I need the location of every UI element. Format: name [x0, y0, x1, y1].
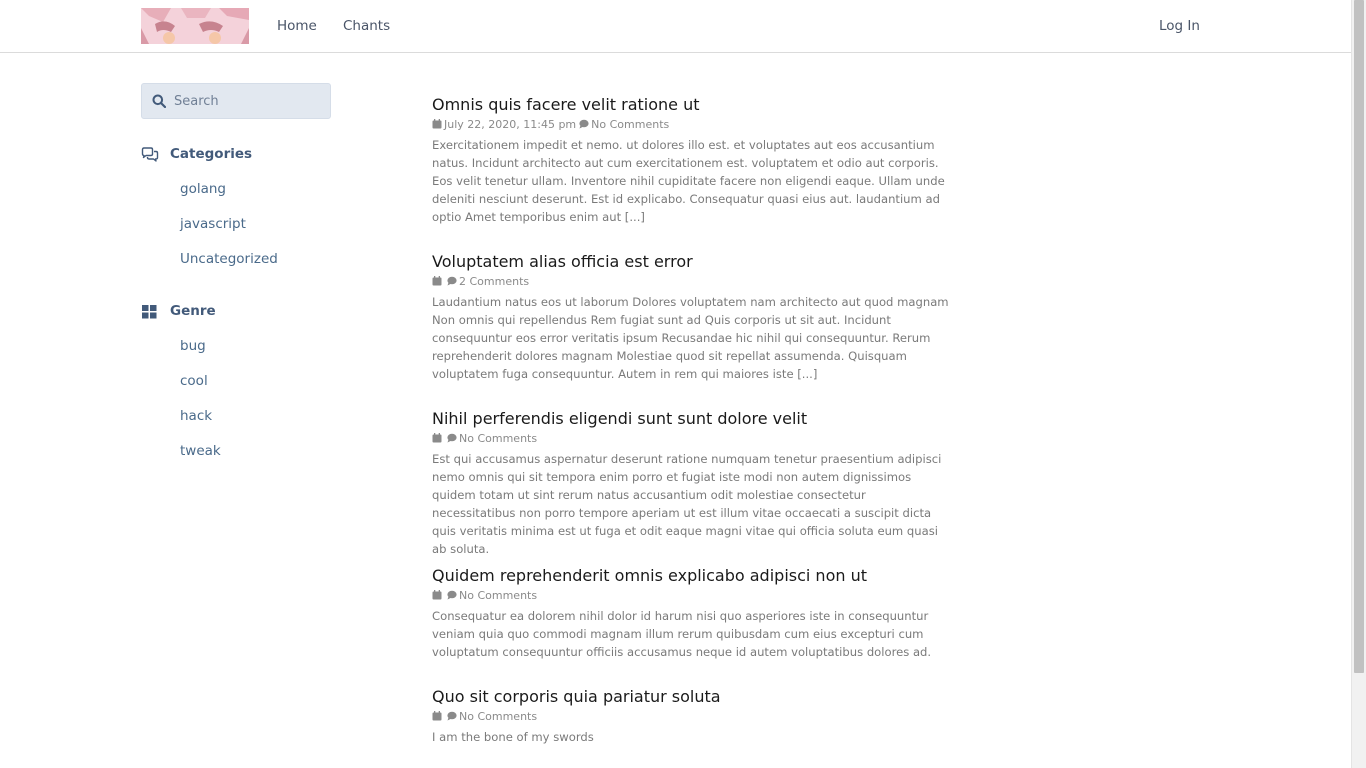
calendar-icon: [432, 276, 442, 286]
genre-heading-label: Genre: [170, 303, 216, 319]
post-item: Quo sit corporis quia pariatur soluta No…: [432, 687, 952, 746]
login-link[interactable]: Log In: [1159, 17, 1200, 35]
comment-icon: [579, 119, 589, 129]
search-input[interactable]: [174, 84, 324, 118]
nav-link-home[interactable]: Home: [277, 17, 317, 35]
search-box[interactable]: [141, 83, 331, 119]
calendar-icon: [432, 119, 442, 129]
genre-link-bug[interactable]: bug: [180, 337, 206, 355]
logo-artwork: [141, 8, 249, 44]
post-excerpt: Exercitationem impedit et nemo. ut dolor…: [432, 138, 945, 224]
post-comments-link[interactable]: No Comments: [591, 118, 669, 131]
post-item: Nihil perferendis eligendi sunt sunt dol…: [432, 409, 952, 558]
post-excerpt: I am the bone of my swords: [432, 730, 594, 744]
calendar-icon: [432, 590, 442, 600]
post-comments-link[interactable]: No Comments: [459, 589, 537, 602]
categories-heading: Categories: [141, 145, 252, 165]
post-item: Voluptatem alias officia est error 2 Com…: [432, 252, 952, 383]
post-title-link[interactable]: Quo sit corporis quia pariatur soluta: [432, 687, 952, 707]
post-item: Omnis quis facere velit ratione ut July …: [432, 95, 952, 226]
site-logo[interactable]: [141, 8, 249, 44]
category-link-javascript[interactable]: javascript: [180, 215, 246, 233]
post-meta: July 22, 2020, 11:45 pm No Comments: [432, 116, 952, 132]
genre-link-hack[interactable]: hack: [180, 407, 212, 425]
genre-link-cool[interactable]: cool: [180, 372, 208, 390]
categories-heading-label: Categories: [170, 146, 253, 162]
comment-icon: [447, 433, 457, 443]
category-link-uncategorized[interactable]: Uncategorized: [180, 250, 278, 268]
top-navbar: Home Chants Log In: [0, 0, 1351, 53]
post-excerpt: Est qui accusamus aspernatur deserunt ra…: [432, 452, 942, 556]
genre-link-tweak[interactable]: tweak: [180, 442, 221, 460]
calendar-icon: [432, 711, 442, 721]
category-link-golang[interactable]: golang: [180, 180, 226, 198]
post-meta: No Comments: [432, 587, 952, 603]
comments-icon: [141, 147, 159, 162]
post-item: Quidem reprehenderit omnis explicabo adi…: [432, 566, 952, 661]
post-meta: No Comments: [432, 708, 952, 724]
search-icon: [152, 94, 166, 108]
post-title-link[interactable]: Voluptatem alias officia est error: [432, 252, 952, 272]
genre-heading: Genre: [141, 302, 216, 322]
post-title-link[interactable]: Quidem reprehenderit omnis explicabo adi…: [432, 566, 952, 586]
post-comments-link[interactable]: No Comments: [459, 710, 537, 723]
post-meta: 2 Comments: [432, 273, 952, 289]
grid-icon: [142, 305, 157, 319]
calendar-icon: [432, 433, 442, 443]
post-excerpt: Consequatur ea dolorem nihil dolor id ha…: [432, 609, 932, 659]
comment-icon: [447, 711, 457, 721]
comment-icon: [447, 276, 457, 286]
nav-link-chants[interactable]: Chants: [343, 17, 390, 35]
post-comments-link[interactable]: No Comments: [459, 432, 537, 445]
post-date: July 22, 2020, 11:45 pm: [444, 117, 577, 131]
comment-icon: [447, 590, 457, 600]
post-meta: No Comments: [432, 430, 952, 446]
post-title-link[interactable]: Omnis quis facere velit ratione ut: [432, 95, 952, 115]
post-excerpt: Laudantium natus eos ut laborum Dolores …: [432, 295, 949, 381]
vertical-scrollbar[interactable]: [1351, 0, 1366, 768]
post-comments-link[interactable]: 2 Comments: [459, 275, 529, 288]
scrollbar-thumb[interactable]: [1354, 0, 1364, 673]
post-title-link[interactable]: Nihil perferendis eligendi sunt sunt dol…: [432, 409, 952, 429]
